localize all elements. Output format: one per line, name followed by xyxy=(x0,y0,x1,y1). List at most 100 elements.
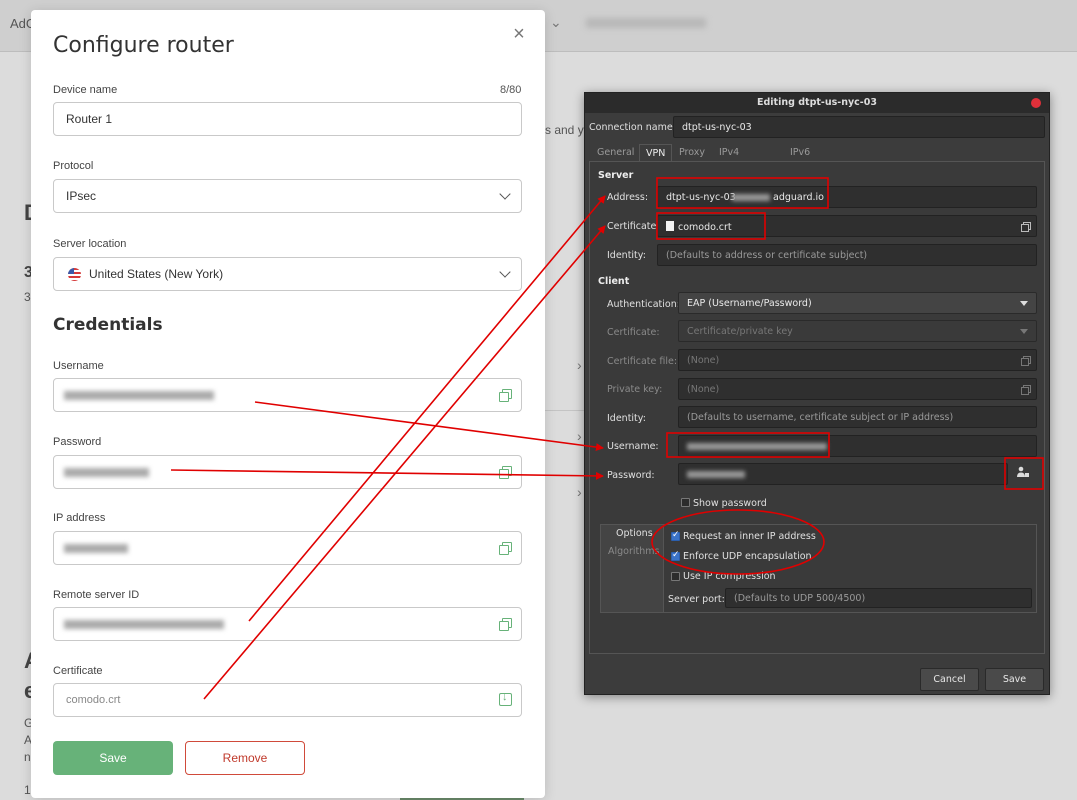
copy-icon[interactable] xyxy=(1021,222,1031,232)
chevron-right-icon: › xyxy=(577,484,582,500)
request-inner-ip-label: Request an inner IP address xyxy=(683,531,816,542)
client-certificate-select[interactable]: Certificate/private key xyxy=(678,320,1037,342)
certificate-label: Certificate xyxy=(53,665,103,677)
server-certificate-label: Certificate: xyxy=(607,221,660,232)
editing-connection-dialog: Editing dtpt-us-nyc-03 Connection name d… xyxy=(584,92,1050,695)
blurred-ip-address xyxy=(64,544,128,553)
password-field[interactable] xyxy=(53,455,522,489)
username-label: Username: xyxy=(607,441,659,452)
protocol-value: IPsec xyxy=(66,189,97,203)
tab-proxy[interactable]: Proxy xyxy=(679,144,705,161)
chevron-down-icon xyxy=(499,188,511,200)
save-button[interactable]: Save xyxy=(53,741,173,775)
address-label: Address: xyxy=(607,192,649,203)
device-name-counter: 8/80 xyxy=(500,84,522,96)
chevron-down-icon xyxy=(499,266,511,278)
background-letter: n xyxy=(24,750,31,764)
algorithms-tab[interactable]: Algorithms xyxy=(608,546,659,557)
save-button[interactable]: Save xyxy=(985,668,1044,691)
private-key-chooser[interactable]: (None) xyxy=(678,378,1037,400)
address-input[interactable]: dtpt-us-nyc-03 adguard.io xyxy=(657,186,1037,208)
vpn-tab-panel: Server Address: dtpt-us-nyc-03 adguard.i… xyxy=(589,161,1045,654)
server-port-input[interactable]: (Defaults to UDP 500/4500) xyxy=(725,588,1032,608)
device-name-label: Device name xyxy=(53,84,118,96)
tab-vpn[interactable]: VPN xyxy=(639,144,673,161)
remove-button[interactable]: Remove xyxy=(185,741,305,775)
private-key-value: (None) xyxy=(687,384,720,395)
remote-server-id-field[interactable] xyxy=(53,607,522,641)
username-input[interactable] xyxy=(678,435,1037,457)
show-password-label: Show password xyxy=(693,498,767,509)
use-ip-compression-label: Use IP compression xyxy=(683,571,776,582)
credentials-heading: Credentials xyxy=(53,315,163,335)
client-section-heading: Client xyxy=(598,276,630,287)
chevron-right-icon: › xyxy=(577,428,582,444)
use-ip-compression-checkbox[interactable] xyxy=(671,572,680,581)
server-certificate-value: comodo.crt xyxy=(666,221,732,233)
close-icon[interactable]: × xyxy=(511,24,527,44)
server-location-label: Server location xyxy=(53,238,127,250)
copy-icon[interactable] xyxy=(499,542,512,555)
ip-address-field[interactable] xyxy=(53,531,522,565)
password-storage-icon[interactable] xyxy=(1016,466,1030,478)
dropdown-arrow-icon xyxy=(1020,329,1028,334)
chevron-down-icon: ⌄ xyxy=(550,14,562,30)
server-certificate-chooser[interactable]: comodo.crt xyxy=(657,215,1037,237)
address-value-start: dtpt-us-nyc-03 xyxy=(666,192,736,203)
certificate-field[interactable]: comodo.crt xyxy=(53,683,522,717)
protocol-select[interactable]: IPsec xyxy=(53,179,522,213)
modal-title: Configure router xyxy=(53,33,234,58)
client-identity-label: Identity: xyxy=(607,413,646,424)
certificate-file-chooser[interactable]: (None) xyxy=(678,349,1037,371)
authentication-label: Authentication: xyxy=(607,299,680,310)
connection-name-input[interactable]: dtpt-us-nyc-03 xyxy=(673,116,1045,138)
authentication-select[interactable]: EAP (Username/Password) xyxy=(678,292,1037,314)
options-tab[interactable]: Options xyxy=(616,528,653,539)
download-icon[interactable] xyxy=(499,691,512,706)
dropdown-arrow-icon xyxy=(1020,301,1028,306)
blurred-username xyxy=(64,391,214,400)
client-identity-input[interactable]: (Defaults to username, certificate subje… xyxy=(678,406,1037,428)
file-icon xyxy=(666,221,674,231)
tab-ipv6-settings[interactable]: IPv6 Settings xyxy=(790,144,829,175)
password-label: Password: xyxy=(607,470,655,481)
authentication-value: EAP (Username/Password) xyxy=(687,298,812,309)
server-port-placeholder: (Defaults to UDP 500/4500) xyxy=(734,593,866,604)
show-password-checkbox[interactable] xyxy=(681,498,690,507)
copy-icon[interactable] xyxy=(499,618,512,631)
username-field[interactable] xyxy=(53,378,522,412)
password-input[interactable] xyxy=(678,463,1008,485)
copy-icon[interactable] xyxy=(1021,385,1031,395)
connection-name-value: dtpt-us-nyc-03 xyxy=(682,122,752,133)
username-label: Username xyxy=(53,360,104,372)
dialog-titlebar: Editing dtpt-us-nyc-03 xyxy=(585,93,1049,113)
background-letter: 1 xyxy=(24,783,31,797)
request-inner-ip-checkbox[interactable] xyxy=(671,530,680,541)
server-certificate-filename: comodo.crt xyxy=(678,222,732,233)
tab-general[interactable]: General xyxy=(597,144,634,161)
tab-ipv4-settings[interactable]: IPv4 Settings xyxy=(719,144,758,175)
client-certificate-value: Certificate/private key xyxy=(687,326,793,337)
server-location-select[interactable]: United States (New York) xyxy=(53,257,522,291)
blurred-password xyxy=(687,471,745,478)
cancel-button[interactable]: Cancel xyxy=(920,668,979,691)
certificate-file-label: Certificate file: xyxy=(607,356,678,367)
blurred-username xyxy=(687,443,827,450)
server-location-value: United States (New York) xyxy=(89,267,224,281)
blurred-account-text xyxy=(586,18,706,28)
copy-icon[interactable] xyxy=(499,466,512,479)
background-divider xyxy=(545,410,585,411)
server-port-label: Server port: xyxy=(668,594,725,605)
server-section-heading: Server xyxy=(598,170,634,181)
server-identity-input[interactable]: (Defaults to address or certificate subj… xyxy=(657,244,1037,266)
copy-icon[interactable] xyxy=(1021,356,1031,366)
device-name-input[interactable]: Router 1 xyxy=(53,102,522,136)
remote-server-id-label: Remote server ID xyxy=(53,589,140,601)
close-icon[interactable] xyxy=(1031,98,1041,108)
chevron-right-icon: › xyxy=(577,357,582,373)
client-certificate-label: Certificate: xyxy=(607,327,660,338)
enforce-udp-checkbox[interactable] xyxy=(671,550,680,561)
copy-icon[interactable] xyxy=(499,389,512,402)
device-name-value: Router 1 xyxy=(66,112,113,126)
address-value-end: adguard.io xyxy=(773,192,824,203)
